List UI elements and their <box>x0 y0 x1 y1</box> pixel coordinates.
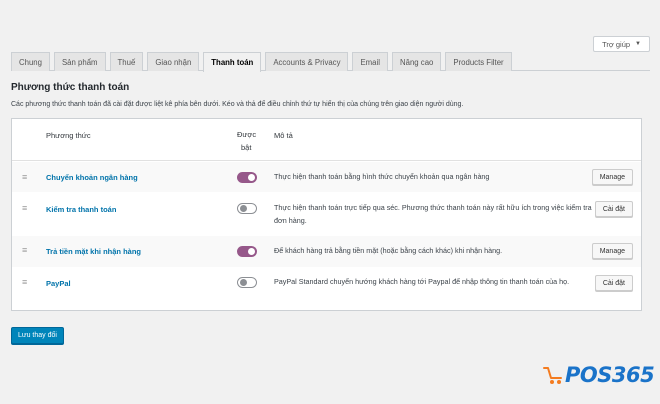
settings-tabs: Chung Sản phẩm Thuế Giao nhận Thanh toán… <box>11 52 650 72</box>
tab-payments[interactable]: Thanh toán <box>203 52 262 72</box>
save-button[interactable]: Lưu thay đổi <box>11 327 64 344</box>
brand-logo: POS365 <box>543 362 655 388</box>
setup-button[interactable]: Cài đặt <box>594 201 633 217</box>
enabled-toggle[interactable] <box>237 277 257 288</box>
drag-handle-icon[interactable]: ≡ <box>22 204 27 213</box>
method-name-link[interactable]: Trả tiền mặt khi nhận hàng <box>46 247 141 256</box>
table-header: Phương thức Được bật Mô tả <box>12 119 641 161</box>
method-name-link[interactable]: PayPal <box>46 279 71 288</box>
page-title: Phương thức thanh toán <box>11 82 130 93</box>
tab-products-filter[interactable]: Products Filter <box>445 52 512 71</box>
method-description: Để khách hàng trả bằng tiền mặt (hoặc bằ… <box>274 246 503 255</box>
drag-handle-icon[interactable]: ≡ <box>22 246 27 255</box>
section-description: Các phương thức thanh toán đã cài đặt đư… <box>11 101 464 108</box>
tab-tax[interactable]: Thuế <box>109 52 144 71</box>
table-row: ≡ PayPal PayPal Standard chuyển hướng kh… <box>12 267 641 311</box>
header-method: Phương thức <box>46 131 91 140</box>
enabled-toggle[interactable] <box>237 246 257 257</box>
drag-handle-icon[interactable]: ≡ <box>22 173 27 182</box>
tab-accounts-privacy[interactable]: Accounts & Privacy <box>265 52 349 71</box>
help-tab-label: Trợ giúp <box>602 39 631 49</box>
tab-products[interactable]: Sản phẩm <box>53 52 106 71</box>
table-row: ≡ Kiểm tra thanh toán Thực hiện thanh to… <box>12 192 641 236</box>
chevron-down-icon: ▼ <box>635 41 641 47</box>
header-enabled-line2: bật <box>241 143 252 152</box>
method-name-link[interactable]: Chuyển khoản ngân hàng <box>46 173 138 182</box>
setup-button[interactable]: Cài đặt <box>594 275 633 291</box>
method-description: Thực hiện thanh toán trực tiếp qua séc. … <box>274 203 592 225</box>
table-row: ≡ Trả tiền mặt khi nhận hàng Để khách hà… <box>12 236 641 267</box>
drag-handle-icon[interactable]: ≡ <box>22 278 27 287</box>
method-description: PayPal Standard chuyển hướng khách hàng … <box>274 277 570 286</box>
tab-advanced[interactable]: Nâng cao <box>391 52 442 71</box>
enabled-toggle[interactable] <box>237 172 257 183</box>
help-tab[interactable]: Trợ giúp ▼ <box>593 36 650 52</box>
tab-general[interactable]: Chung <box>11 52 50 71</box>
manage-button[interactable]: Manage <box>591 169 633 185</box>
header-enabled-line1: Được <box>237 130 257 139</box>
enabled-toggle[interactable] <box>237 203 257 214</box>
brand-text: POS365 <box>565 363 655 387</box>
table-row: ≡ Chuyển khoản ngân hàng Thực hiện thanh… <box>12 162 641 192</box>
tab-email[interactable]: Email <box>352 52 388 71</box>
cart-icon <box>543 367 562 384</box>
tab-shipping[interactable]: Giao nhận <box>147 52 200 71</box>
header-description: Mô tả <box>274 131 293 140</box>
method-description: Thực hiện thanh toán bằng hình thức chuy… <box>274 172 490 181</box>
manage-button[interactable]: Manage <box>591 243 633 259</box>
method-name-link[interactable]: Kiểm tra thanh toán <box>46 205 116 214</box>
payment-methods-table: Phương thức Được bật Mô tả ≡ Chuyển khoả… <box>11 118 642 311</box>
